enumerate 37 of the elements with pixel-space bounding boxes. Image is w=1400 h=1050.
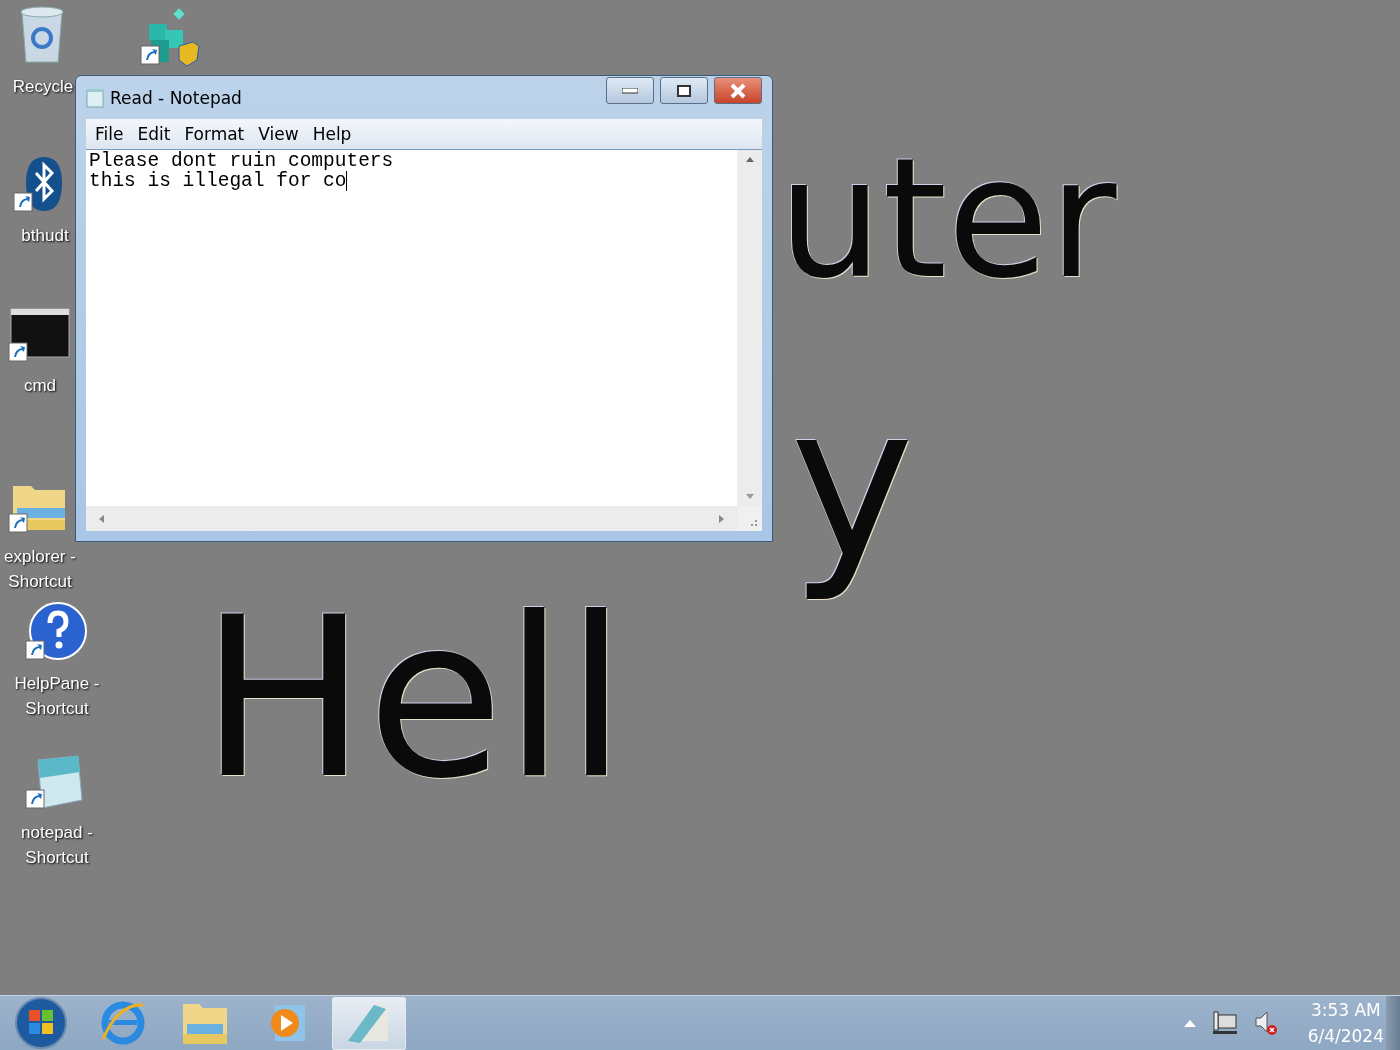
window-title: Read - Notepad <box>110 87 243 108</box>
icon-label: Recycle <box>12 76 74 98</box>
muted-speaker-icon[interactable] <box>1253 1010 1280 1036</box>
notepad-icon <box>86 87 104 108</box>
icon-label: HelpPane - Shortcut <box>13 673 101 720</box>
close-icon <box>729 82 747 99</box>
wallpaper-text: uter <box>778 122 1117 317</box>
menu-item[interactable]: File <box>88 124 131 144</box>
icon-label: cmd <box>23 375 57 397</box>
start-orb-icon[interactable] <box>14 996 68 1050</box>
text-area[interactable]: Please dont ruin computers this is illegal for co <box>86 150 737 506</box>
menu-item[interactable]: Edit <box>130 124 178 144</box>
text-line: this is illegal for co <box>89 171 347 191</box>
left-arrow-icon <box>98 513 104 524</box>
wallpaper-text: Hell <box>200 568 627 829</box>
menu-item[interactable]: View <box>251 124 306 144</box>
right-arrow-icon <box>719 513 725 524</box>
icon-label: notepad - Shortcut <box>20 822 94 869</box>
caret-up-icon[interactable] <box>1183 1019 1196 1027</box>
minimize-icon <box>622 87 638 94</box>
icon-label: bthudt <box>21 225 69 247</box>
menu-item[interactable]: Help <box>305 124 359 144</box>
browser-e-icon <box>99 999 147 1047</box>
horizontal-scrollbar[interactable] <box>86 506 737 531</box>
minimize-button[interactable] <box>606 77 654 104</box>
up-arrow-icon <box>744 156 755 162</box>
vertical-scrollbar[interactable] <box>737 150 762 506</box>
icon-label: explorer - Shortcut <box>3 546 77 593</box>
maximize-icon <box>677 84 691 97</box>
text-line: Please dont ruin computers <box>89 151 394 171</box>
maximize-button[interactable] <box>660 77 708 104</box>
down-arrow-icon <box>744 494 755 500</box>
wallpaper-text: y <box>790 359 915 607</box>
network-icon[interactable] <box>1211 1011 1238 1035</box>
menu-item[interactable]: Format <box>177 124 252 144</box>
text-caret <box>346 171 348 191</box>
close-button[interactable] <box>714 77 762 104</box>
